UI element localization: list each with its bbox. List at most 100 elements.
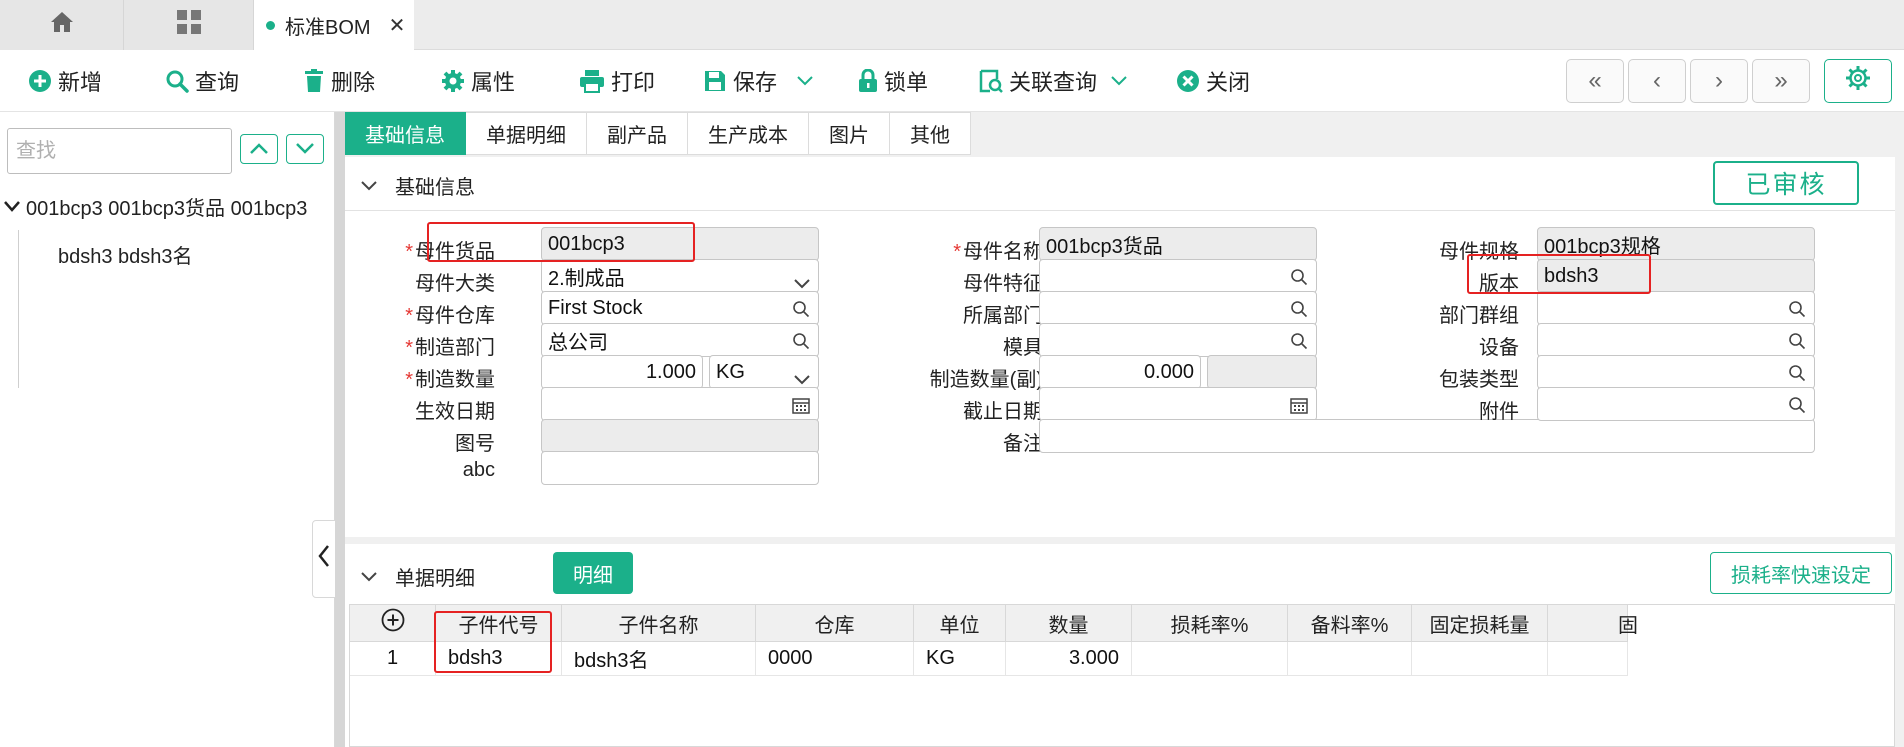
detail-tag-button[interactable]: 明细 <box>553 552 633 594</box>
pack-type-field[interactable] <box>1537 355 1815 389</box>
query-button[interactable]: 查询 <box>165 62 239 100</box>
drawing-no-field[interactable] <box>541 419 819 453</box>
print-button[interactable]: 打印 <box>579 62 655 100</box>
remark-field[interactable] <box>1039 419 1815 453</box>
subtab-images[interactable]: 图片 <box>809 112 890 155</box>
effective-date-field[interactable] <box>541 387 819 421</box>
mfg-qty-input[interactable]: 1.000 <box>541 355 703 389</box>
divider <box>345 210 1895 211</box>
chevron-down-icon[interactable] <box>797 76 813 86</box>
cell-loss-rate[interactable] <box>1132 642 1288 676</box>
chevron-down-icon[interactable] <box>4 195 20 218</box>
save-button[interactable]: 保存 <box>703 62 813 100</box>
related-query-button[interactable]: 关联查询 <box>979 62 1127 100</box>
search-icon[interactable] <box>1290 332 1308 356</box>
cell-quantity[interactable]: 3.000 <box>1006 642 1132 676</box>
search-prev-button[interactable] <box>240 134 278 164</box>
cell-fixed-loss[interactable] <box>1412 642 1548 676</box>
dept-field[interactable] <box>1039 291 1317 325</box>
search-icon[interactable] <box>792 300 810 324</box>
row-number: 1 <box>350 642 436 676</box>
abc-field[interactable] <box>541 451 819 485</box>
panel-splitter[interactable] <box>335 112 345 747</box>
calendar-icon[interactable] <box>792 396 810 420</box>
search-icon[interactable] <box>1290 268 1308 292</box>
nav-last-button[interactable]: » <box>1752 59 1810 103</box>
cell-child-name[interactable]: bdsh3名 <box>562 642 756 676</box>
nav-next-button[interactable]: › <box>1690 59 1748 103</box>
cell-prep-rate[interactable] <box>1288 642 1412 676</box>
detail-header[interactable]: 单据明细 <box>361 562 475 591</box>
subtab-other[interactable]: 其他 <box>890 112 971 155</box>
mfg-dept-field[interactable]: 总公司 <box>541 323 819 357</box>
close-button[interactable]: 关闭 <box>1176 62 1250 100</box>
parent-spec-field[interactable]: 001bcp3规格 <box>1537 227 1815 261</box>
add-button[interactable]: 新增 <box>28 62 102 100</box>
column-header[interactable]: 固 <box>1548 605 1638 642</box>
dept-group-field[interactable] <box>1537 291 1815 325</box>
parent-name-field[interactable]: 001bcp3货品 <box>1039 227 1317 261</box>
version-field[interactable]: bdsh3 <box>1537 259 1815 293</box>
search-icon[interactable] <box>1788 364 1806 388</box>
label-parent-spec: 母件规格 <box>1439 241 1519 263</box>
cell-warehouse[interactable]: 0000 <box>756 642 914 676</box>
tree-node-root[interactable]: 001bcp3 001bcp3货品 001bcp3 <box>4 192 334 221</box>
settings-button[interactable] <box>1824 59 1892 103</box>
collapse-panel-button[interactable] <box>312 520 336 598</box>
calendar-icon[interactable] <box>1290 396 1308 420</box>
column-header[interactable]: 固定损耗量 <box>1412 605 1548 642</box>
tab-standard-bom[interactable]: 标准BOM ✕ <box>254 0 414 50</box>
unit-select[interactable]: KG <box>709 355 819 389</box>
search-icon[interactable] <box>1788 300 1806 324</box>
parent-feature-field[interactable] <box>1039 259 1317 293</box>
properties-button[interactable]: 属性 <box>441 62 515 100</box>
nav-prev-button[interactable]: ‹ <box>1628 59 1686 103</box>
column-header[interactable]: 子件名称 <box>562 605 756 642</box>
tab-apps[interactable] <box>124 0 254 50</box>
lock-button[interactable]: 锁单 <box>858 62 928 100</box>
cell-unit[interactable]: KG <box>914 642 1006 676</box>
tab-home[interactable] <box>0 0 124 50</box>
subtab-by-products[interactable]: 副产品 <box>587 112 688 155</box>
mold-field[interactable] <box>1039 323 1317 357</box>
basic-info-header[interactable]: 基础信息 <box>361 171 475 200</box>
search-icon[interactable] <box>792 332 810 356</box>
close-icon[interactable]: ✕ <box>389 13 406 38</box>
mfg-qty-sub-input[interactable]: 0.000 <box>1039 355 1201 389</box>
attachment-field[interactable] <box>1537 387 1815 421</box>
label-pack-type: 包装类型 <box>1439 369 1519 391</box>
nav-first-button[interactable]: « <box>1566 59 1624 103</box>
tree-node-child[interactable]: bdsh3 bdsh3名 <box>58 240 193 269</box>
equipment-field[interactable] <box>1537 323 1815 357</box>
search-icon[interactable] <box>1290 300 1308 324</box>
search-next-button[interactable] <box>286 134 324 164</box>
label-dept-group: 部门群组 <box>1439 305 1519 327</box>
printer-icon <box>579 69 605 93</box>
search-input[interactable] <box>7 128 232 174</box>
search-icon[interactable] <box>1788 396 1806 420</box>
loss-rate-quick-set-button[interactable]: 损耗率快速设定 <box>1710 552 1892 594</box>
chevron-down-icon[interactable] <box>1111 76 1127 86</box>
column-header[interactable]: 损耗率% <box>1132 605 1288 642</box>
main-content: 基础信息 单据明细 副产品 生产成本 图片 其他 基础信息 已审核 * 母件货品 … <box>345 112 1904 747</box>
column-header[interactable]: 单位 <box>914 605 1006 642</box>
column-header[interactable]: 备料率% <box>1288 605 1412 642</box>
column-header[interactable]: 子件代号 <box>436 605 562 642</box>
search-icon[interactable] <box>1788 332 1806 356</box>
cell-more[interactable] <box>1548 642 1628 676</box>
sub-unit-field[interactable] <box>1207 355 1317 389</box>
column-header[interactable]: 数量 <box>1006 605 1132 642</box>
subtab-production-cost[interactable]: 生产成本 <box>688 112 809 155</box>
parent-category-select[interactable]: 2.制成品 <box>541 259 819 293</box>
add-row-button[interactable] <box>350 605 436 642</box>
column-header[interactable]: 仓库 <box>756 605 914 642</box>
chevron-right-icon: › <box>1715 67 1723 94</box>
end-date-field[interactable] <box>1039 387 1317 421</box>
floppy-icon <box>703 69 727 93</box>
parent-warehouse-field[interactable]: First Stock <box>541 291 819 325</box>
delete-button[interactable]: 删除 <box>303 62 375 100</box>
subtab-basic-info[interactable]: 基础信息 <box>345 112 466 155</box>
cell-child-code[interactable]: bdsh3 <box>436 642 562 676</box>
subtab-doc-detail[interactable]: 单据明细 <box>466 112 587 155</box>
parent-goods-field[interactable]: 001bcp3 <box>541 227 819 261</box>
